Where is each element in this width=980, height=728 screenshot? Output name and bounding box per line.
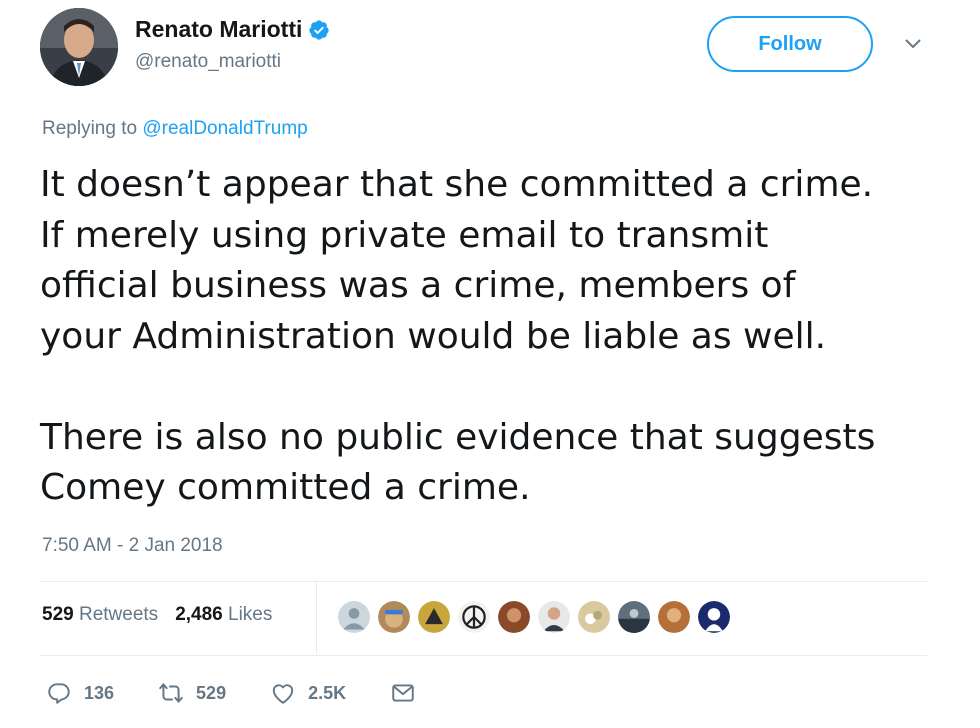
avatar[interactable] <box>40 8 118 86</box>
liker-avatar[interactable] <box>616 599 652 635</box>
tweet-stats: 529 Retweets 2,486 Likes <box>42 604 272 626</box>
author-handle[interactable]: @renato_mariotti <box>135 51 330 73</box>
reply-icon <box>48 683 70 704</box>
reply-count: 136 <box>84 682 115 703</box>
tweet-text: It doesn’t appear that she committed a c… <box>40 164 876 508</box>
verified-badge-icon <box>309 19 330 40</box>
author-block: Renato Mariotti @renato_mariotti <box>135 16 330 73</box>
retweet-icon <box>159 683 183 703</box>
divider <box>40 581 927 582</box>
liker-avatars <box>336 599 732 635</box>
likes-stat-label: Likes <box>228 604 273 625</box>
reply-action[interactable]: 136 <box>46 680 114 706</box>
liker-avatar[interactable] <box>656 599 692 635</box>
liker-avatar[interactable] <box>576 599 612 635</box>
tweet-timestamp[interactable]: 7:50 AM - 2 Jan 2018 <box>42 535 223 557</box>
divider <box>40 655 927 656</box>
retweet-action[interactable]: 529 <box>158 680 226 706</box>
liker-avatar[interactable] <box>376 599 412 635</box>
reply-context: Replying to @realDonaldTrump <box>42 118 308 140</box>
tweet-header: Renato Mariotti @renato_mariotti Follow <box>40 8 940 88</box>
retweets-stat-label: Retweets <box>78 604 159 625</box>
likes-stat[interactable]: 2,486 Likes <box>175 604 272 626</box>
liker-avatar[interactable] <box>456 599 492 635</box>
retweets-stat-count: 529 <box>42 604 74 625</box>
retweet-count: 529 <box>196 682 227 703</box>
like-count: 2.5K <box>308 682 347 703</box>
liker-avatar[interactable] <box>536 599 572 635</box>
author-name-row[interactable]: Renato Mariotti <box>135 16 330 43</box>
retweets-stat[interactable]: 529 Retweets <box>42 604 158 626</box>
message-action[interactable] <box>390 680 416 706</box>
follow-button[interactable]: Follow <box>707 16 873 72</box>
likes-stat-count: 2,486 <box>175 604 223 625</box>
chevron-down-icon[interactable] <box>903 34 923 54</box>
liker-avatar[interactable] <box>416 599 452 635</box>
reply-target-link[interactable]: @realDonaldTrump <box>142 118 307 139</box>
liker-avatar[interactable] <box>696 599 732 635</box>
liker-avatar[interactable] <box>336 599 372 635</box>
liker-avatar[interactable] <box>496 599 532 635</box>
like-icon <box>272 684 294 704</box>
reply-prefix: Replying to <box>42 118 143 139</box>
author-display-name[interactable]: Renato Mariotti <box>135 16 302 43</box>
stats-separator <box>316 582 317 654</box>
tweet-actions: 136 529 2.5K <box>46 680 460 706</box>
message-icon <box>392 684 414 702</box>
like-action[interactable]: 2.5K <box>270 680 346 706</box>
